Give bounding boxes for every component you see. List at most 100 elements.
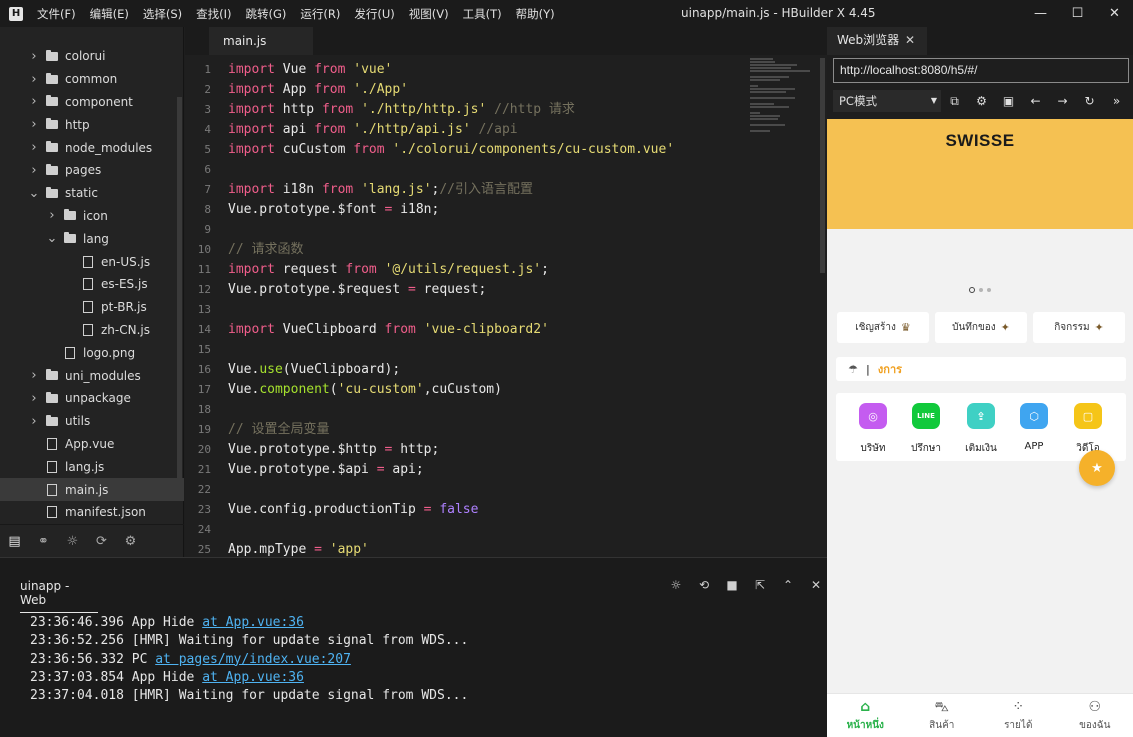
menu-help[interactable]: 帮助(Y) [516,6,555,22]
tree-item-label: en-US.js [101,254,151,269]
devtools-icon[interactable]: ▣ [995,94,1022,108]
floating-service-button[interactable]: ★ [1079,450,1115,486]
tree-item[interactable]: › colorui [0,45,184,68]
chevron-right-icon[interactable]: › [28,368,40,383]
sidebar-scrollbar[interactable] [177,97,182,487]
carousel-dot[interactable] [979,288,983,292]
refresh-icon[interactable]: ↻ [1076,94,1103,108]
debug-icon[interactable]: ☼ [662,578,690,592]
tree-item[interactable]: ⌄ lang [0,227,184,250]
log-source-link[interactable]: at pages/my/index.vue:207 [155,652,351,667]
menu-view[interactable]: 视图(V) [409,6,449,22]
tree-item[interactable]: › uni_modules [0,364,184,387]
back-arrow-icon[interactable]: ← [1022,94,1049,108]
tree-item[interactable]: › icon [0,205,184,228]
tree-item[interactable]: › unpackage [0,387,184,410]
project-manager-icon[interactable]: ▤ [0,534,29,549]
activity-button[interactable]: กิจกรรม ✦ [1033,312,1125,343]
chevron-right-icon[interactable]: › [28,414,40,429]
console-tab[interactable]: uinapp - Web [20,579,98,613]
tree-item[interactable]: ⌄ static [0,182,184,205]
chevron-right-icon[interactable]: › [28,94,40,109]
tree-item[interactable]: App.vue [0,433,184,456]
menu-run[interactable]: 运行(R) [300,6,340,22]
code-editor[interactable]: 1 import Vue from 'vue' 2 import App from '… [185,55,827,557]
chevron-right-icon[interactable]: › [28,49,40,64]
chevron-right-icon[interactable]: › [28,163,40,178]
tree-item[interactable]: pt-BR.js [0,296,184,319]
minimize-button[interactable]: — [1022,0,1059,27]
log-source-link[interactable]: at App.vue:36 [202,615,304,630]
grid-item[interactable]: ▢ วิดีโอ [1068,403,1108,456]
forward-arrow-icon[interactable]: → [1049,94,1076,108]
tree-item[interactable]: › utils [0,410,184,433]
export-icon[interactable]: ⇱ [746,578,774,592]
tree-item[interactable]: lang.js [0,455,184,478]
source-control-icon[interactable]: ⟳ [87,534,116,549]
search-binoculars-icon[interactable]: ⚭ [29,534,58,549]
more-chevron-icon[interactable]: » [1103,94,1130,108]
nav-tab[interactable]: ⁘ รายได้ [980,694,1057,737]
records-button[interactable]: บันทึกของ ✦ [935,312,1027,343]
rotate-icon[interactable]: ⧉ [941,94,968,109]
tab-main-js[interactable]: main.js [209,27,313,55]
clear-console-icon[interactable]: ✕ [802,578,830,592]
close-tab-icon[interactable]: ✕ [905,27,915,53]
editor-scrollbar[interactable] [820,58,825,273]
tree-item[interactable]: › http [0,113,184,136]
log-source-link[interactable]: at App.vue:36 [202,670,304,685]
invite-button[interactable]: เชิญสร้าง ♛ [837,312,929,343]
tree-item[interactable]: es-ES.js [0,273,184,296]
plugin-icon[interactable]: ⚙ [116,534,145,549]
code-token: import [228,102,275,117]
line-number: 11 [197,263,211,276]
tab-web-browser[interactable]: Web浏览器 ✕ [827,27,927,55]
grid-item[interactable]: ◎ บริษัท [853,403,893,456]
url-input[interactable]: http://localhost:8080/h5/#/ [833,58,1129,83]
menu-file[interactable]: 文件(F) [37,6,76,22]
chevron-right-icon[interactable]: › [28,140,40,155]
chevron-right-icon[interactable]: › [28,117,40,132]
tree-item[interactable]: › component [0,91,184,114]
close-button[interactable]: ✕ [1096,0,1133,27]
stop-icon[interactable]: ■ [718,578,746,592]
chevron-down-icon[interactable]: ⌄ [46,231,58,246]
chevron-down-icon[interactable]: ⌄ [28,186,40,201]
notice-bar[interactable]: ☂ | งการ [836,357,1126,381]
restart-icon[interactable]: ⟲ [690,578,718,592]
tree-item[interactable]: main.js [0,478,184,501]
device-mode-select[interactable]: PC模式 ▼ [833,90,941,112]
tree-item[interactable]: zh-CN.js [0,319,184,342]
carousel-dot[interactable] [969,287,975,293]
grid-item[interactable]: LINE ปรึกษา [906,403,946,456]
grid-item[interactable]: ⬡ APP [1014,403,1054,452]
menu-find[interactable]: 查找(I) [196,6,231,22]
tree-item[interactable]: › common [0,68,184,91]
tree-item[interactable]: en-US.js [0,250,184,273]
menu-select[interactable]: 选择(S) [143,6,182,22]
collapse-icon[interactable]: ⌃ [774,578,802,592]
settings-icon[interactable]: ⚙ [968,94,995,108]
menu-tools[interactable]: 工具(T) [463,6,502,22]
menu-edit[interactable]: 编辑(E) [90,6,129,22]
editor-minimap[interactable] [750,58,814,132]
carousel-dot[interactable] [987,288,991,292]
tree-item[interactable]: logo.png [0,341,184,364]
chevron-right-icon[interactable]: › [46,208,58,223]
debug-bug-icon[interactable]: ☼ [58,534,87,549]
chevron-right-icon[interactable]: › [28,72,40,87]
tree-item[interactable]: › node_modules [0,136,184,159]
tree-item[interactable]: manifest.json [0,501,184,524]
nav-tab[interactable]: ⚇ ของฉัน [1057,694,1133,737]
maximize-button[interactable]: ☐ [1059,0,1096,27]
grid-item[interactable]: ⇪ เติมเงิน [961,403,1001,456]
nav-tab[interactable]: ⛍ สินค้า [904,694,981,737]
log-message: App Hide [131,669,203,685]
nav-tab[interactable]: ⌂ หน้าหนึ่ง [827,694,904,737]
menu-goto[interactable]: 跳转(G) [246,6,287,22]
chevron-right-icon[interactable]: › [28,391,40,406]
carousel-dots[interactable] [969,287,995,293]
code-line: 1 import Vue from 'vue' [185,60,745,80]
tree-item[interactable]: › pages [0,159,184,182]
menu-publish[interactable]: 发行(U) [354,6,394,22]
